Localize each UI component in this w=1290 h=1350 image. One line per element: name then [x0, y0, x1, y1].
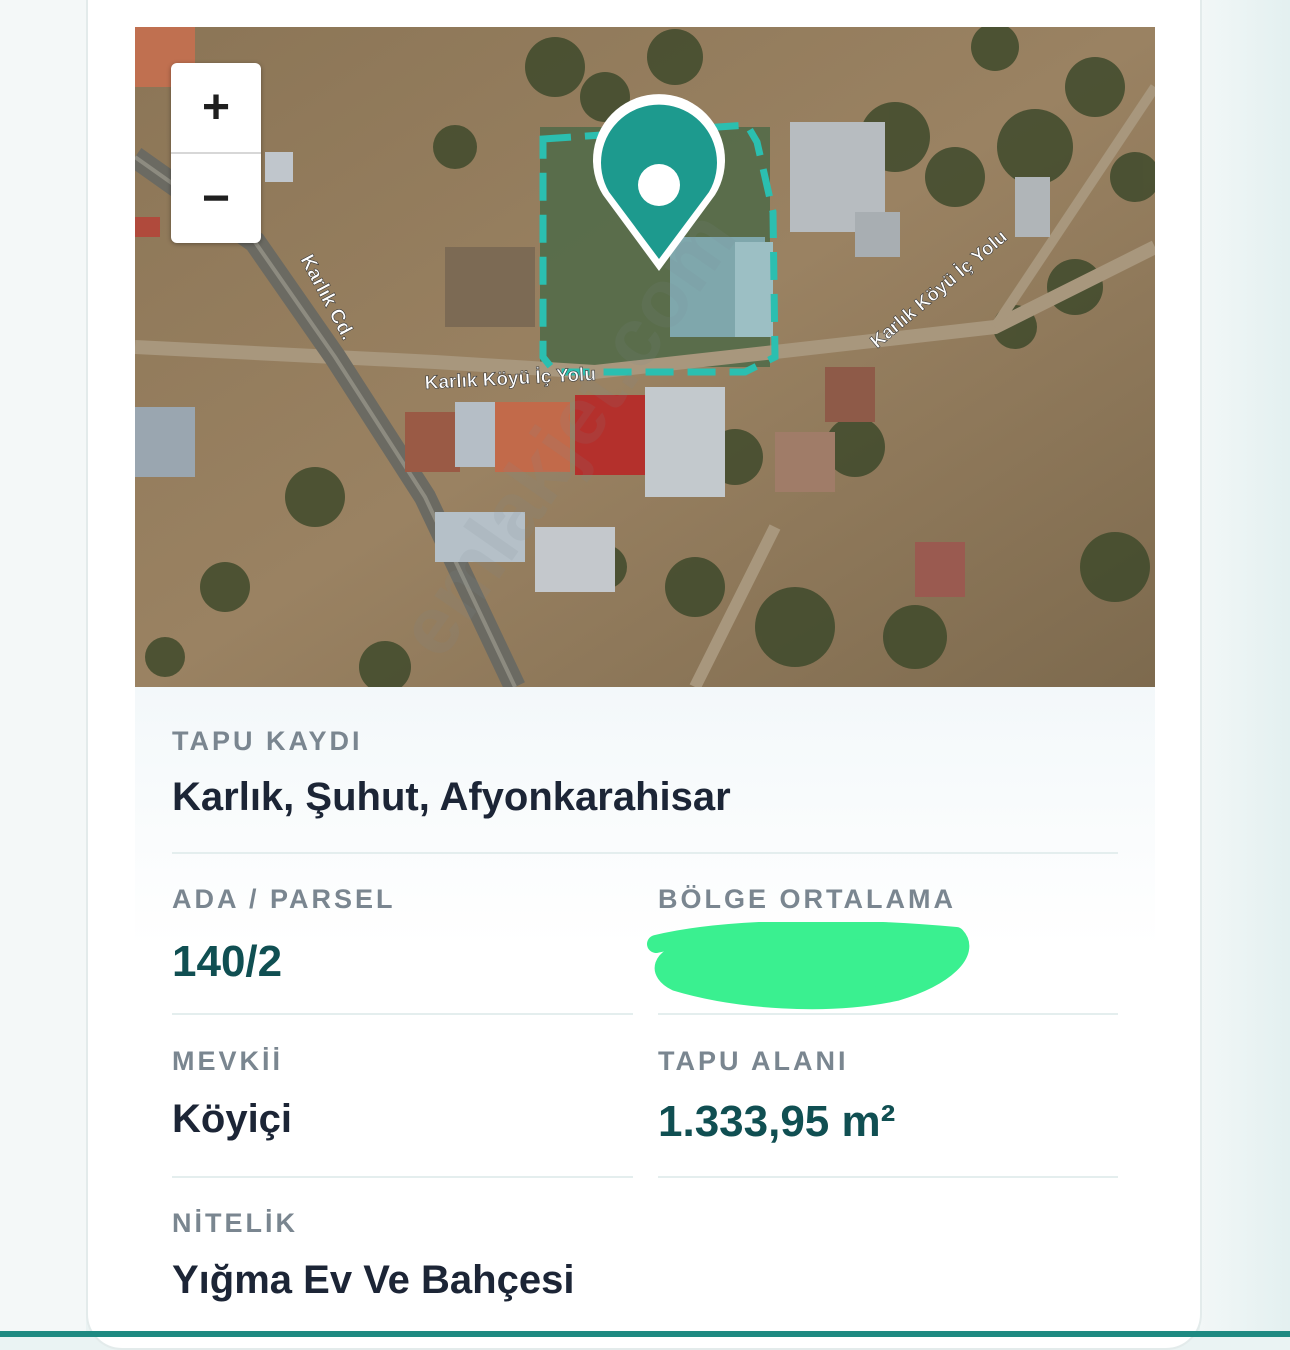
ada-parsel-label: ADA / PARSEL — [172, 884, 396, 914]
background-left — [0, 0, 86, 1337]
tapu-kaydi-value: Karlık, Şuhut, Afyonkarahisar — [172, 775, 731, 819]
bottom-accent-line — [0, 1331, 1290, 1337]
tapu-alani-value: 1.333,95 m² — [658, 1097, 896, 1146]
zoom-in-button[interactable]: + — [171, 63, 261, 152]
divider — [172, 852, 1118, 854]
zoom-control: + − — [171, 63, 261, 243]
nitelik-label: NİTELİK — [172, 1208, 298, 1238]
mevkii-label: MEVKİİ — [172, 1046, 284, 1076]
tapu-kaydi-label: TAPU KAYDI — [172, 726, 363, 756]
mevkii-value: Köyiçi — [172, 1097, 293, 1141]
ada-parsel-value: 140/2 — [172, 937, 283, 986]
divider — [172, 1013, 633, 1015]
divider — [658, 1013, 1118, 1015]
background-right — [1200, 0, 1290, 1337]
redaction-scribble — [647, 922, 970, 1010]
divider — [658, 1176, 1118, 1178]
nitelik-value: Yığma Ev Ve Bahçesi — [172, 1258, 575, 1302]
bolge-ortalama-label: BÖLGE ORTALAMA — [658, 884, 956, 914]
tapu-alani-label: TAPU ALANI — [658, 1046, 849, 1076]
divider — [172, 1176, 633, 1178]
zoom-out-button[interactable]: − — [171, 154, 261, 243]
